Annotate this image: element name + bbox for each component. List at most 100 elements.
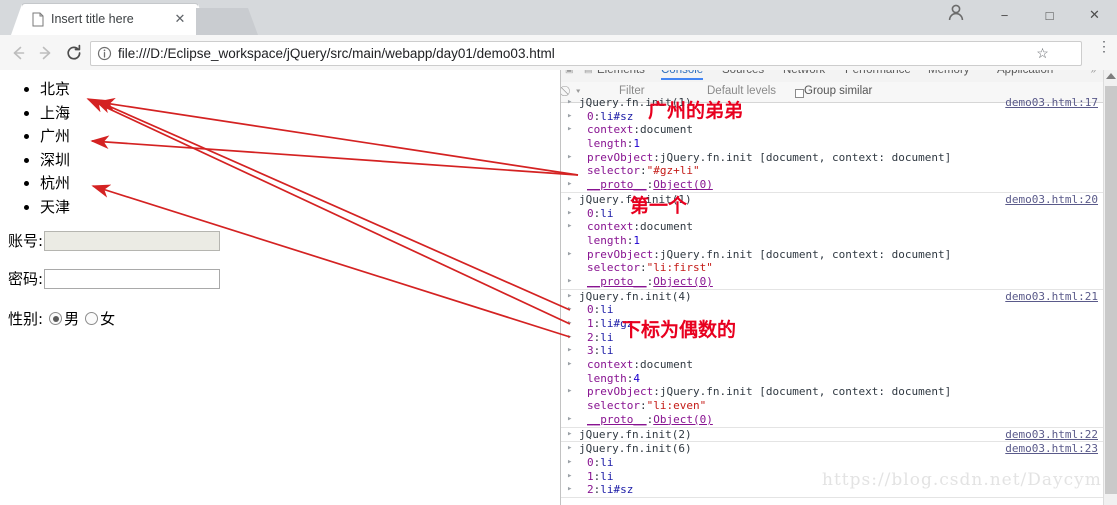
more-tabs-icon[interactable]: » bbox=[1090, 70, 1096, 76]
console-property-key: context bbox=[587, 358, 634, 372]
chrome-menu-icon[interactable]: ⋮ bbox=[1095, 37, 1113, 56]
disclosure-triangle-icon[interactable]: ▸ bbox=[567, 151, 573, 165]
console-group-header[interactable]: ▸ jQuery.fn.init(1) demo03.html:17 bbox=[561, 96, 1104, 110]
console-property-value: "li:first" bbox=[646, 261, 713, 275]
console-group[interactable]: ▸ jQuery.fn.init(1) demo03.html:20 ▸ 0:li ▸ co… bbox=[561, 193, 1104, 290]
tab-application[interactable]: Application bbox=[997, 70, 1053, 76]
close-window-button[interactable]: ✕ bbox=[1072, 0, 1117, 30]
console-group-header[interactable]: ▸ jQuery.fn.init(4) demo03.html:21 bbox=[561, 290, 1104, 304]
tab-sources[interactable]: Sources bbox=[722, 70, 764, 76]
console-property-value: li bbox=[600, 303, 614, 317]
console-group-title: jQuery.fn.init(1) bbox=[579, 96, 692, 109]
page-viewport: 北京 上海 广州 深圳 杭州 天津 账号: 密码: 性别: 男 女 ▣ ▤ Elem… bbox=[0, 70, 1117, 505]
console-property-line: ▸ 1:li#gz bbox=[567, 317, 634, 331]
console-group[interactable]: ▸ jQuery.fn.init(6) demo03.html:23 ▸ 0:li ▸ 1:… bbox=[561, 442, 1104, 498]
new-tab-ghost[interactable] bbox=[196, 8, 258, 35]
list-item: 深圳 bbox=[40, 149, 560, 173]
bookmark-star-icon[interactable]: ☆ bbox=[1034, 45, 1051, 62]
disclosure-triangle-icon[interactable]: ▸ bbox=[567, 358, 573, 372]
console-group-header[interactable]: ▸ jQuery.fn.init(6) demo03.html:23 bbox=[561, 442, 1104, 456]
console-property-value: jQuery.fn.init [document, context: docum… bbox=[659, 150, 952, 164]
console-property-line: ▸length:1 bbox=[587, 233, 640, 247]
inspect-icons[interactable]: ▣ ▤ bbox=[565, 70, 597, 75]
console-property-value: li#sz bbox=[600, 109, 634, 123]
tab-elements[interactable]: Elements bbox=[597, 70, 645, 76]
disclosure-triangle-icon[interactable]: ▸ bbox=[567, 193, 573, 207]
tab-network[interactable]: Network bbox=[783, 70, 825, 76]
console-group-title: jQuery.fn.init(1) bbox=[579, 192, 692, 206]
console-group[interactable]: ▸ jQuery.fn.init(4) demo03.html:21 ▸ 0:li ▸ 1:… bbox=[561, 290, 1104, 428]
disclosure-triangle-icon[interactable]: ▸ bbox=[567, 290, 573, 304]
console-property-line: ▸ 0:li bbox=[567, 303, 614, 317]
console-property-key: length bbox=[587, 371, 627, 385]
console-property-value: li bbox=[600, 455, 614, 469]
radio-female[interactable] bbox=[85, 312, 99, 325]
disclosure-triangle-icon[interactable]: ▸ bbox=[567, 303, 573, 317]
disclosure-triangle-icon[interactable]: ▸ bbox=[567, 248, 573, 262]
profile-icon[interactable] bbox=[945, 1, 967, 23]
reload-icon[interactable] bbox=[64, 43, 84, 63]
console-group-header[interactable]: ▸ jQuery.fn.init(2) demo03.html:22 bbox=[561, 428, 1104, 442]
disclosure-triangle-icon[interactable]: ▸ bbox=[567, 483, 573, 497]
console-output[interactable]: ▸ jQuery.fn.init(1) demo03.html:17 ▸ 0:li#sz… bbox=[561, 96, 1104, 505]
disclosure-triangle-icon[interactable]: ▸ bbox=[567, 442, 573, 456]
console-property-key: 2 bbox=[587, 483, 594, 497]
radio-female-label: 女 bbox=[100, 310, 116, 328]
console-property-key: prevObject bbox=[587, 385, 654, 399]
minimize-button[interactable]: − bbox=[982, 0, 1027, 30]
console-property-key: 0 bbox=[587, 455, 594, 469]
disclosure-triangle-icon[interactable]: ▸ bbox=[567, 331, 573, 345]
console-property-line: ▸ prevObject:jQuery.fn.init [document, co… bbox=[567, 150, 952, 165]
disclosure-triangle-icon[interactable]: ▸ bbox=[567, 344, 573, 358]
console-group[interactable]: ▸ jQuery.fn.init(1) demo03.html:17 ▸ 0:li#sz… bbox=[561, 96, 1104, 193]
tab-performance[interactable]: Performance bbox=[845, 70, 911, 76]
maximize-button[interactable]: □ bbox=[1027, 0, 1072, 30]
console-source-link[interactable]: demo03.html:17 bbox=[1005, 96, 1098, 110]
console-property-line: ▸length:4 bbox=[587, 371, 640, 385]
disclosure-triangle-icon[interactable]: ▸ bbox=[567, 413, 573, 427]
console-source-link[interactable]: demo03.html:20 bbox=[1005, 193, 1098, 207]
list-item: 北京 bbox=[40, 78, 560, 102]
console-property-key: 1 bbox=[587, 317, 594, 330]
console-property-value: li#gz bbox=[600, 317, 634, 330]
disclosure-triangle-icon[interactable]: ▸ bbox=[567, 470, 573, 484]
console-group-header[interactable]: ▸ jQuery.fn.init(1) demo03.html:20 bbox=[561, 193, 1104, 207]
disclosure-triangle-icon[interactable]: ▸ bbox=[567, 96, 573, 110]
account-input[interactable] bbox=[44, 230, 221, 251]
disclosure-triangle-icon[interactable]: ▸ bbox=[567, 207, 573, 221]
browser-tab[interactable]: Insert title here ✕ bbox=[11, 4, 209, 35]
console-group-title: jQuery.fn.init(6) bbox=[579, 442, 692, 456]
disclosure-triangle-icon[interactable]: ▸ bbox=[567, 110, 573, 124]
radio-male[interactable] bbox=[49, 312, 63, 325]
console-source-link[interactable]: demo03.html:23 bbox=[1005, 442, 1098, 456]
console-group[interactable]: ▸ jQuery.fn.init(2) demo03.html:22 bbox=[561, 428, 1104, 443]
disclosure-triangle-icon[interactable]: ▸ bbox=[567, 275, 573, 289]
list-item: 广州 bbox=[40, 125, 560, 149]
console-source-link[interactable]: demo03.html:22 bbox=[1005, 428, 1098, 442]
console-property-line: ▸ context:document bbox=[567, 220, 693, 234]
scrollbar-thumb[interactable] bbox=[1105, 86, 1117, 494]
password-input[interactable] bbox=[44, 268, 221, 289]
console-source-link[interactable]: demo03.html:21 bbox=[1005, 290, 1098, 304]
password-label: 密码: bbox=[8, 270, 44, 288]
back-icon[interactable] bbox=[8, 43, 28, 63]
console-property-line: ▸ 2:li bbox=[567, 330, 614, 345]
info-icon[interactable] bbox=[97, 46, 112, 61]
console-property-key: length bbox=[587, 233, 627, 247]
tab-memory[interactable]: Memory bbox=[928, 70, 970, 76]
disclosure-triangle-icon[interactable]: ▸ bbox=[567, 178, 573, 192]
scroll-up-icon[interactable] bbox=[1106, 73, 1116, 79]
disclosure-triangle-icon[interactable]: ▸ bbox=[567, 385, 573, 399]
disclosure-triangle-icon[interactable]: ▸ bbox=[567, 456, 573, 470]
address-bar[interactable]: file:///D:/Eclipse_workspace/jQuery/src/… bbox=[90, 41, 1082, 66]
console-property-value: "li:even" bbox=[646, 399, 707, 413]
close-icon[interactable]: ✕ bbox=[172, 11, 188, 27]
forward-icon[interactable] bbox=[36, 43, 56, 63]
console-property-line: ▸ prevObject:jQuery.fn.init [document, co… bbox=[567, 385, 952, 399]
tab-console[interactable]: Console bbox=[661, 70, 704, 80]
disclosure-triangle-icon[interactable]: ▸ bbox=[567, 317, 573, 331]
disclosure-triangle-icon[interactable]: ▸ bbox=[567, 428, 573, 442]
disclosure-triangle-icon[interactable]: ▸ bbox=[567, 123, 573, 137]
disclosure-triangle-icon[interactable]: ▸ bbox=[567, 220, 573, 234]
console-scrollbar[interactable] bbox=[1103, 70, 1117, 505]
